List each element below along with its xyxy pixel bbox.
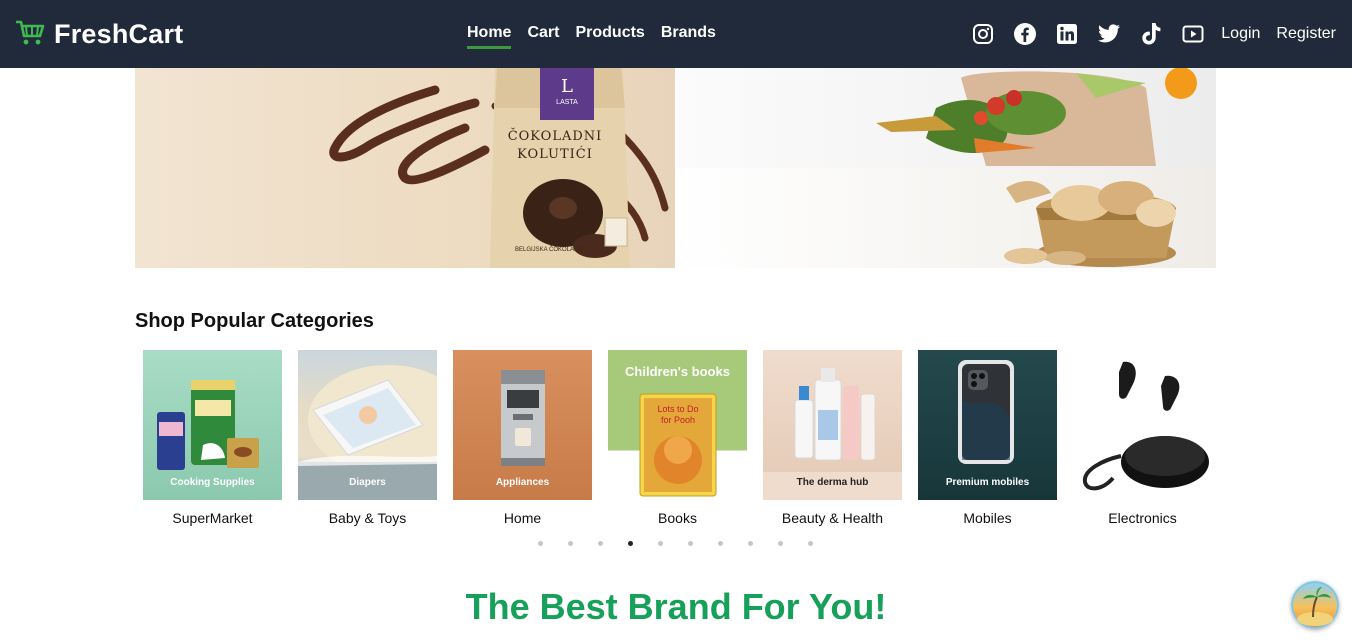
- category-caption: Appliances: [495, 477, 550, 488]
- svg-text:for Pooh: for Pooh: [661, 415, 695, 425]
- beach-island-icon: [1291, 581, 1339, 629]
- register-link[interactable]: Register: [1276, 25, 1336, 43]
- svg-text:Lots to Do: Lots to Do: [657, 404, 698, 414]
- category-image: [1073, 350, 1212, 500]
- category-name: SuperMarket: [172, 510, 253, 526]
- nav-right: Login Register: [971, 22, 1336, 46]
- categories-carousel: Cooking Supplies SuperMarket Diapers Bab…: [143, 350, 1212, 526]
- carousel-dot[interactable]: [718, 541, 723, 546]
- category-name: Books: [658, 510, 697, 526]
- twitter-icon[interactable]: [1097, 22, 1121, 46]
- chocolate-product-image: L LASTA ČOKOLADNI KOLUTIĆI BELGIJSKA ČOK…: [329, 68, 669, 268]
- category-card-baby-toys[interactable]: Diapers Baby & Toys: [298, 350, 437, 526]
- svg-text:BELGIJSKA ČOKOLADA: BELGIJSKA ČOKOLADA: [515, 246, 582, 253]
- category-image: Cooking Supplies: [143, 350, 282, 500]
- category-name: Baby & Toys: [328, 510, 407, 526]
- nav-brands[interactable]: Brands: [661, 24, 716, 49]
- youtube-icon[interactable]: [1181, 22, 1205, 46]
- carousel-dot[interactable]: [778, 541, 783, 546]
- category-card-supermarket[interactable]: Cooking Supplies SuperMarket: [143, 350, 282, 526]
- category-image: The derma hub: [763, 350, 902, 500]
- carousel-dot[interactable]: [538, 541, 543, 546]
- brand-logo[interactable]: FreshCart: [14, 18, 183, 51]
- category-image: Appliances: [453, 350, 592, 500]
- category-caption: The derma hub: [796, 477, 869, 488]
- category-name: Electronics: [1108, 510, 1177, 526]
- hero-groceries-banner: [676, 68, 1216, 168]
- nav-products[interactable]: Products: [575, 24, 644, 49]
- main-nav: Home Cart Products Brands: [467, 24, 716, 49]
- nav-cart[interactable]: Cart: [527, 24, 559, 49]
- navbar: FreshCart Home Cart Products Brands Logi…: [0, 0, 1352, 68]
- category-caption: Premium mobiles: [945, 477, 1030, 488]
- instagram-icon[interactable]: [971, 22, 995, 46]
- category-name: Mobiles: [963, 510, 1012, 526]
- category-card-mobiles[interactable]: Premium mobiles Mobiles: [918, 350, 1057, 526]
- brands-heading: The Best Brand For You!: [465, 586, 887, 627]
- category-card-books[interactable]: Children's books Lots to Do for Pooh Boo…: [608, 350, 747, 526]
- category-name: Beauty & Health: [781, 510, 884, 526]
- category-image: Children's books Lots to Do for Pooh: [608, 350, 747, 500]
- category-caption: Diapers: [349, 477, 386, 488]
- carousel-dot[interactable]: [748, 541, 753, 546]
- hero-main-banner: L LASTA ČOKOLADNI KOLUTIĆI BELGIJSKA ČOK…: [135, 68, 675, 268]
- hero-bakery-banner: [676, 168, 1216, 268]
- cart-logo-icon: [14, 18, 46, 51]
- category-card-electronics[interactable]: Electronics: [1073, 350, 1212, 526]
- tiktok-icon[interactable]: [1139, 22, 1163, 46]
- carousel-dot[interactable]: [598, 541, 603, 546]
- login-link[interactable]: Login: [1221, 25, 1260, 43]
- carousel-dot[interactable]: [688, 541, 693, 546]
- floating-widget-button[interactable]: [1291, 581, 1339, 629]
- bread-basket-image: [1004, 181, 1176, 267]
- carousel-dot[interactable]: [658, 541, 663, 546]
- carousel-dot-active[interactable]: [628, 541, 633, 546]
- nav-home[interactable]: Home: [467, 24, 512, 49]
- svg-text:LASTA: LASTA: [556, 99, 578, 106]
- svg-text:KOLUTIĆI: KOLUTIĆI: [517, 145, 593, 162]
- category-image: Premium mobiles: [918, 350, 1057, 500]
- category-image: Diapers: [298, 350, 437, 500]
- linkedin-icon[interactable]: [1055, 22, 1079, 46]
- svg-text:L: L: [561, 76, 573, 97]
- category-card-home[interactable]: Appliances Home: [453, 350, 592, 526]
- facebook-icon[interactable]: [1013, 22, 1037, 46]
- carousel-dot[interactable]: [568, 541, 573, 546]
- groceries-bag-image: [876, 68, 1197, 166]
- svg-text:ČOKOLADNI: ČOKOLADNI: [508, 127, 603, 144]
- brand-name: FreshCart: [54, 19, 184, 49]
- category-card-beauty-health[interactable]: The derma hub Beauty & Health: [763, 350, 902, 526]
- category-name: Home: [503, 510, 542, 526]
- carousel-dots: [538, 541, 813, 546]
- categories-title: Shop Popular Categories: [135, 310, 374, 332]
- hero-slider[interactable]: L LASTA ČOKOLADNI KOLUTIĆI BELGIJSKA ČOK…: [135, 68, 1216, 268]
- category-caption: Cooking Supplies: [170, 477, 255, 488]
- carousel-dot[interactable]: [808, 541, 813, 546]
